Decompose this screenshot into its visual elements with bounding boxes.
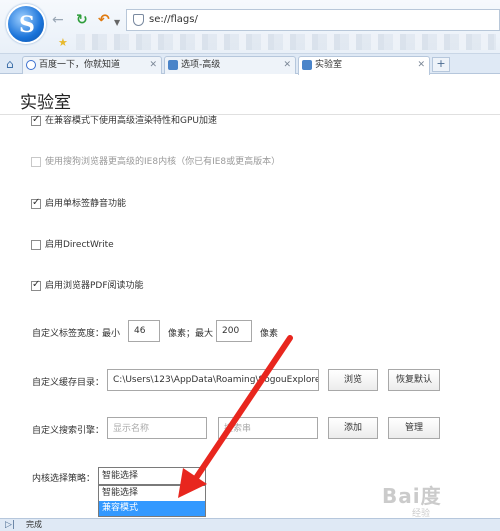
option-label: 在兼容模式下使用高级渲染特性和GPU加速 <box>45 116 217 126</box>
settings-page-icon <box>302 60 312 70</box>
tab-label: 选项-高级 <box>181 60 221 70</box>
close-icon[interactable]: ✕ <box>149 57 157 73</box>
shield-icon <box>133 14 144 26</box>
add-engine-button[interactable]: 添加 <box>328 417 378 439</box>
cache-dir-input[interactable]: C:\Users\123\AppData\Roaming\SogouExplor… <box>107 369 319 391</box>
annotation-arrow <box>178 335 293 498</box>
settings-page-icon <box>168 60 178 70</box>
status-text: 完成 <box>26 520 42 529</box>
tab-options-advanced[interactable]: 选项-高级 ✕ <box>164 56 296 74</box>
checkbox[interactable] <box>31 114 41 126</box>
page-title: 实验室 <box>20 93 71 113</box>
star-icon[interactable]: ★ <box>58 36 68 49</box>
option-label: 启用DirectWrite <box>45 240 114 250</box>
checkbox[interactable] <box>31 240 41 250</box>
address-bar[interactable]: se://flags/ <box>126 9 500 31</box>
tab-lab[interactable]: 实验室 ✕ <box>298 56 430 75</box>
kernel-strategy-select[interactable]: 智能选择 <box>98 467 206 485</box>
close-icon[interactable]: ✕ <box>417 57 425 73</box>
sidebar-toggle-icon[interactable]: ▷| <box>5 519 15 531</box>
restore-default-button[interactable]: 恢复默认 <box>388 369 440 391</box>
browse-button[interactable]: 浏览 <box>328 369 378 391</box>
min-width-input[interactable]: 46 <box>128 320 160 342</box>
baidu-watermark: Bai度 经验 <box>382 484 442 519</box>
engine-url-input[interactable] <box>218 417 318 439</box>
tab-baidu[interactable]: 百度一下，你就知道 ✕ <box>22 56 162 74</box>
manage-engines-button[interactable]: 管理 <box>388 417 440 439</box>
new-tab-button[interactable]: + <box>432 57 450 72</box>
engine-name-input[interactable] <box>107 417 207 439</box>
close-icon[interactable]: ✕ <box>283 57 291 73</box>
tab-label: 百度一下，你就知道 <box>39 60 121 70</box>
home-icon[interactable]: ⌂ <box>6 57 14 71</box>
checkbox[interactable] <box>31 279 41 291</box>
option-label: 启用浏览器PDF阅读功能 <box>45 281 144 291</box>
unit-label: 像素 <box>260 329 279 339</box>
min-label: 最小 <box>102 329 121 339</box>
checkbox <box>31 157 41 167</box>
status-bar: ▷| 完成 <box>0 518 500 531</box>
tab-label: 实验室 <box>315 60 343 70</box>
browser-toolbar: S ← ↻ ↶ ▼ se://flags/ ★ <box>0 0 500 54</box>
refresh-icon[interactable]: ↻ <box>76 12 88 28</box>
undo-icon[interactable]: ↶ <box>98 12 110 28</box>
checkbox[interactable] <box>31 197 41 209</box>
address-url: se://flags/ <box>149 14 198 25</box>
option-label: 启用单标签静音功能 <box>45 199 127 209</box>
max-width-input[interactable]: 200 <box>216 320 252 342</box>
cache-dir-label: 自定义缓存目录： <box>32 378 105 388</box>
tab-width-label: 自定义标签宽度： <box>32 329 105 339</box>
bookmarks-bar <box>76 34 496 50</box>
kernel-strategy-dropdown: 智能选择 兼容模式 <box>98 485 206 517</box>
sogou-logo-icon[interactable]: S <box>6 4 46 44</box>
max-label: 像素；最大 <box>168 329 214 339</box>
chevron-down-icon[interactable]: ▼ <box>114 15 120 31</box>
baidu-paw-icon <box>26 60 36 70</box>
divider <box>0 114 500 115</box>
search-engine-label: 自定义搜索引擎： <box>32 426 105 436</box>
option-label: 使用搜狗浏览器更高级的IE8内核（你已有IE8或更高版本） <box>45 157 281 167</box>
dropdown-option-smart[interactable]: 智能选择 <box>99 486 205 501</box>
tab-bar: ⌂ 百度一下，你就知道 ✕ 选项-高级 ✕ 实验室 ✕ + <box>0 54 500 75</box>
kernel-strategy-label: 内核选择策略： <box>32 474 96 484</box>
dropdown-option-compat[interactable]: 兼容模式 <box>99 501 205 516</box>
back-arrow-icon[interactable]: ← <box>52 12 64 28</box>
